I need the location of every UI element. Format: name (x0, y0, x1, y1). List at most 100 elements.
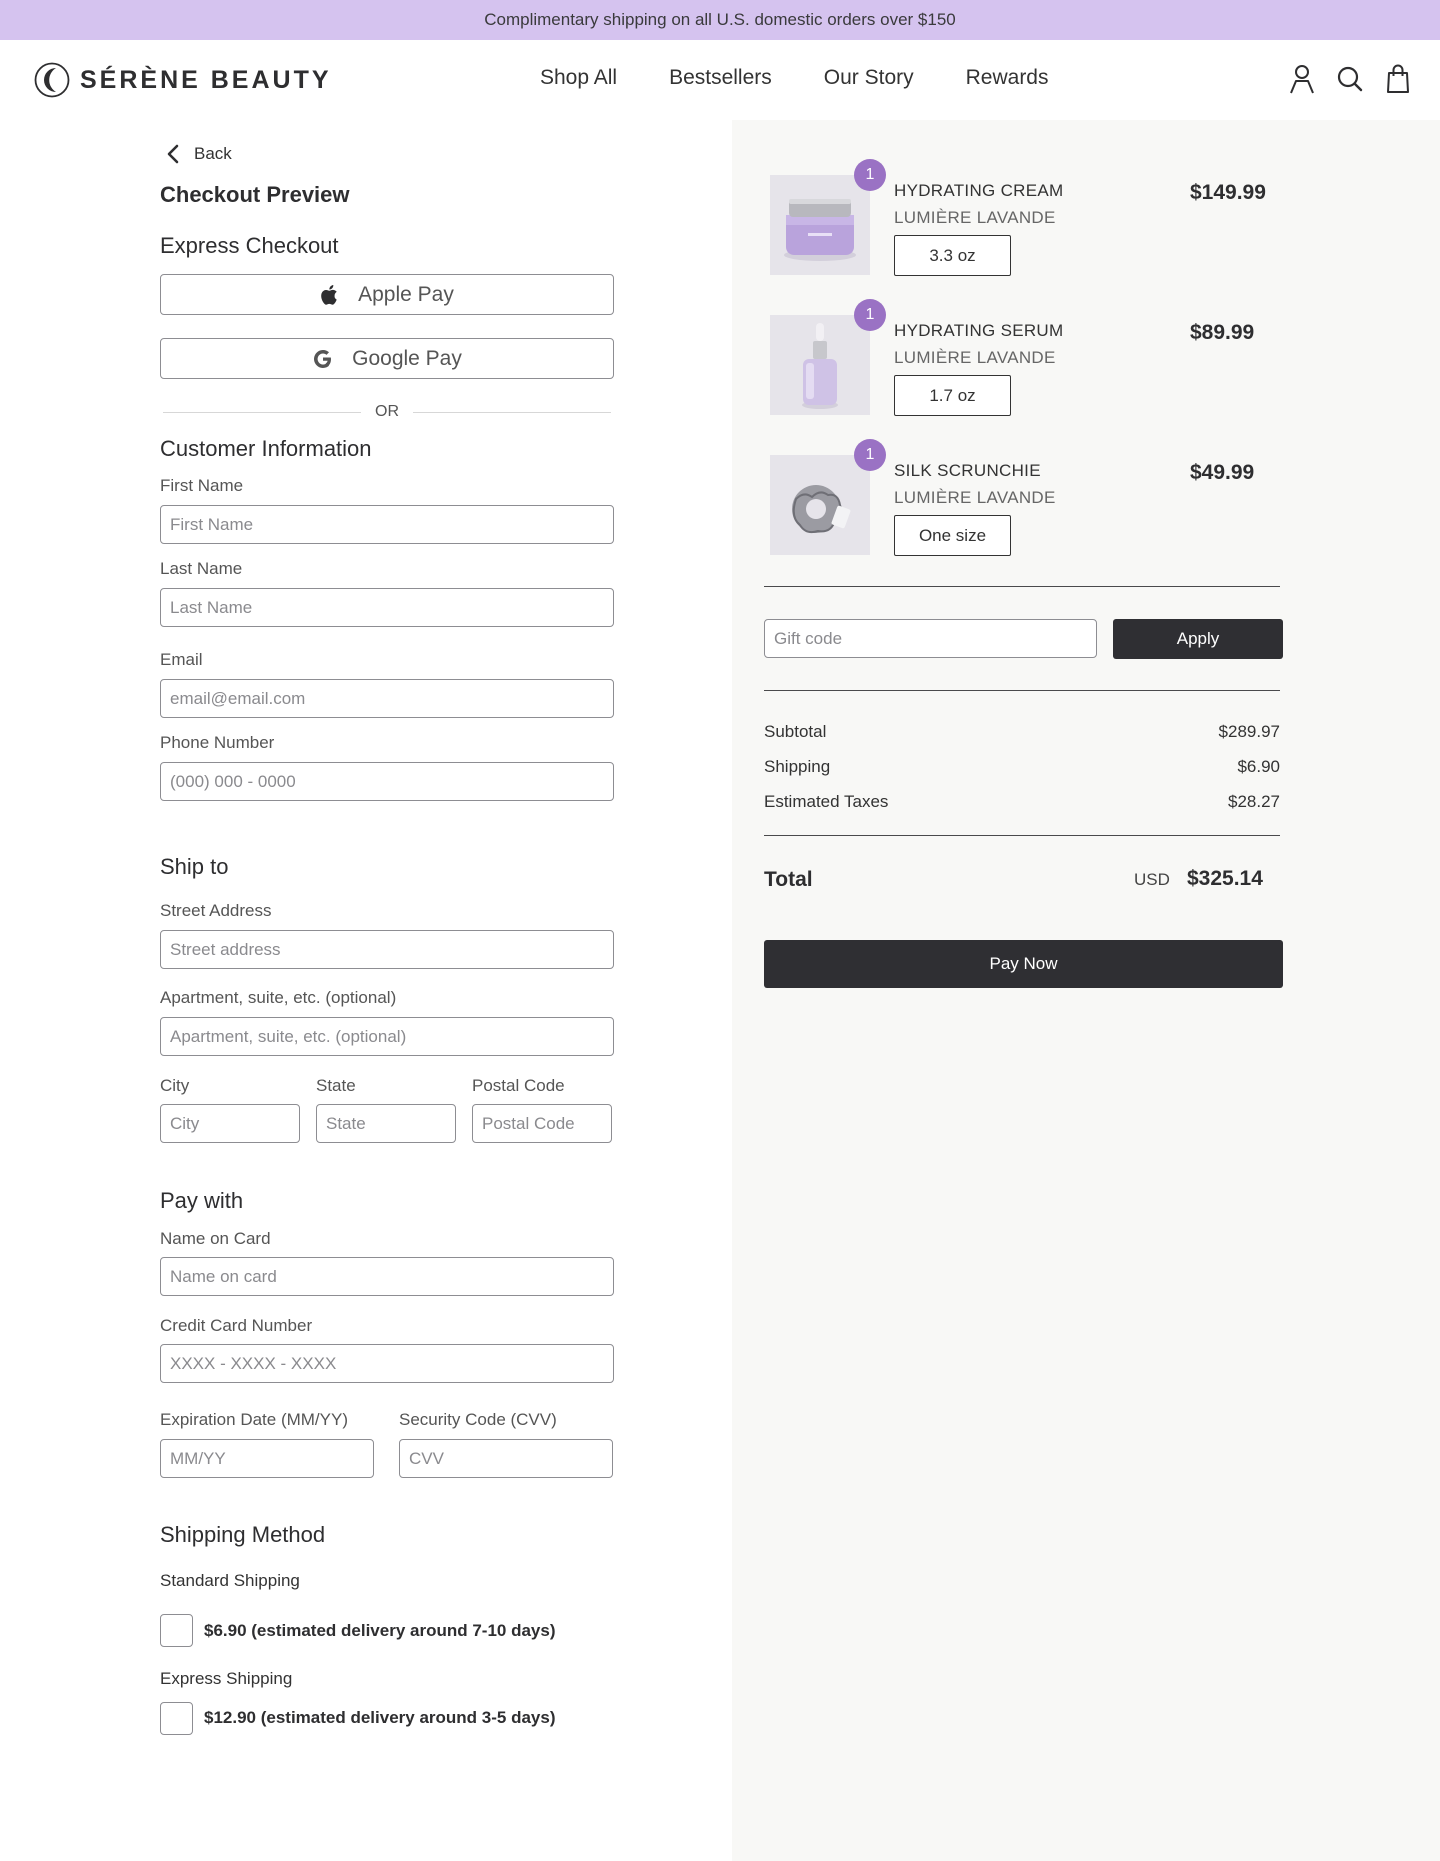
quantity-badge: 1 (854, 439, 886, 471)
cvv-label: Security Code (CVV) (399, 1410, 557, 1429)
or-divider: OR (163, 402, 611, 422)
item-brand: LUMIÈRE LAVANDE (894, 488, 1056, 507)
nav-item-our-story[interactable]: Our Story (824, 66, 914, 90)
street-label: Street Address (160, 901, 272, 920)
google-pay-label: Google Pay (352, 346, 462, 370)
back-label: Back (194, 144, 232, 163)
item-name: HYDRATING SERUM (894, 321, 1064, 340)
shopping-bag-icon[interactable] (1384, 64, 1412, 94)
brand-logo[interactable]: SÉRÈNE BEAUTY (34, 62, 332, 98)
email-field[interactable] (160, 679, 614, 718)
main-nav: Shop All Bestsellers Our Story Rewards (540, 66, 1049, 90)
pay-with-title: Pay with (160, 1188, 244, 1213)
item-name: SILK SCRUNCHIE (894, 461, 1041, 480)
subtotal-value: $289.97 (1218, 722, 1280, 741)
account-icon[interactable] (1288, 64, 1316, 94)
express-shipping-label: Express Shipping (160, 1669, 293, 1688)
cream-jar-icon (770, 175, 870, 275)
divider-line (163, 411, 361, 413)
subtotal-label: Subtotal (764, 722, 827, 741)
card-number-label: Credit Card Number (160, 1316, 313, 1335)
quantity-badge: 1 (854, 159, 886, 191)
expiration-field[interactable] (160, 1439, 374, 1478)
divider-line (413, 411, 611, 413)
crescent-moon-logo-icon (34, 62, 70, 98)
phone-field[interactable] (160, 762, 614, 801)
quantity-badge: 1 (854, 299, 886, 331)
apartment-label: Apartment, suite, etc. (optional) (160, 988, 397, 1007)
promo-text: Complimentary shipping on all U.S. domes… (484, 10, 956, 29)
state-field[interactable] (316, 1104, 456, 1143)
apple-pay-button[interactable]: Apple Pay (160, 274, 614, 315)
express-shipping-option[interactable]: $12.90 (estimated delivery around 3-5 da… (204, 1708, 556, 1728)
item-size-select[interactable]: 1.7 oz (894, 375, 1011, 416)
express-shipping-checkbox[interactable] (160, 1702, 193, 1735)
taxes-label: Estimated Taxes (764, 792, 889, 811)
name-on-card-field[interactable] (160, 1257, 614, 1296)
postal-code-field[interactable] (472, 1104, 612, 1143)
name-on-card-label: Name on Card (160, 1229, 271, 1248)
apple-icon (321, 284, 337, 305)
apply-button[interactable]: Apply (1113, 619, 1283, 659)
last-name-field[interactable] (160, 588, 614, 627)
google-pay-button[interactable]: Google Pay (160, 338, 614, 379)
nav-item-rewards[interactable]: Rewards (966, 66, 1049, 90)
cvv-field[interactable] (399, 1439, 613, 1478)
street-field[interactable] (160, 930, 614, 969)
express-checkout-title: Express Checkout (160, 233, 339, 258)
total-label: Total (764, 868, 813, 891)
ship-to-title: Ship to (160, 854, 229, 879)
product-image-dropper-serum-bottle[interactable] (770, 315, 870, 415)
divider (764, 690, 1280, 691)
cart-item: 1 HYDRATING SERUM LUMIÈRE LAVANDE 1.7 oz… (770, 299, 1290, 416)
item-brand: LUMIÈRE LAVANDE (894, 208, 1056, 227)
item-price: $89.99 (1190, 321, 1255, 344)
nav-item-bestsellers[interactable]: Bestsellers (669, 66, 772, 90)
search-icon[interactable] (1336, 64, 1364, 94)
expiration-label: Expiration Date (MM/YY) (160, 1410, 348, 1429)
brand-name: SÉRÈNE BEAUTY (80, 65, 332, 94)
item-size-select[interactable]: One size (894, 515, 1011, 556)
city-field[interactable] (160, 1104, 300, 1143)
postal-code-label: Postal Code (472, 1076, 565, 1095)
phone-label: Phone Number (160, 733, 275, 752)
divider (764, 586, 1280, 587)
last-name-label: Last Name (160, 559, 243, 578)
item-name: HYDRATING CREAM (894, 181, 1064, 200)
product-image-lavender-cream-jar[interactable] (770, 175, 870, 275)
promo-banner: Complimentary shipping on all U.S. domes… (0, 0, 1440, 40)
first-name-field[interactable] (160, 505, 614, 544)
first-name-label: First Name (160, 476, 244, 495)
currency-label: USD (1134, 870, 1170, 889)
cart-item: 1 HYDRATING CREAM LUMIÈRE LAVANDE 3.3 oz… (770, 159, 1290, 276)
state-label: State (316, 1076, 356, 1095)
item-brand: LUMIÈRE LAVANDE (894, 348, 1056, 367)
subtotal-row: Subtotal $289.97 (764, 722, 1280, 742)
item-price: $49.99 (1190, 461, 1255, 484)
customer-info-title: Customer Information (160, 436, 372, 461)
back-link[interactable]: Back (166, 144, 232, 164)
item-size-select[interactable]: 3.3 oz (894, 235, 1011, 276)
nav-item-shop-all[interactable]: Shop All (540, 66, 617, 90)
card-number-field[interactable] (160, 1344, 614, 1383)
pay-now-button[interactable]: Pay Now (764, 940, 1283, 988)
cart-item: 1 SILK SCRUNCHIE LUMIÈRE LAVANDE One siz… (770, 439, 1290, 556)
city-label: City (160, 1076, 190, 1095)
taxes-value: $28.27 (1228, 792, 1280, 811)
apartment-field[interactable] (160, 1017, 614, 1056)
email-label: Email (160, 650, 203, 669)
chevron-left-icon (167, 144, 179, 164)
header-actions (1288, 64, 1412, 94)
shipping-method-title: Shipping Method (160, 1522, 326, 1547)
site-header: SÉRÈNE BEAUTY Shop All Bestsellers Our S… (0, 40, 1440, 120)
or-label: OR (375, 403, 399, 420)
taxes-row: Estimated Taxes $28.27 (764, 792, 1280, 812)
gift-code-field[interactable] (764, 619, 1097, 658)
standard-shipping-checkbox[interactable] (160, 1614, 193, 1647)
standard-shipping-option[interactable]: $6.90 (estimated delivery around 7-10 da… (204, 1621, 556, 1641)
shipping-value: $6.90 (1237, 757, 1280, 776)
divider (764, 835, 1280, 836)
product-image-silver-silk-scrunchie[interactable] (770, 455, 870, 555)
scrunchie-icon (770, 455, 870, 555)
shipping-row: Shipping $6.90 (764, 757, 1280, 777)
